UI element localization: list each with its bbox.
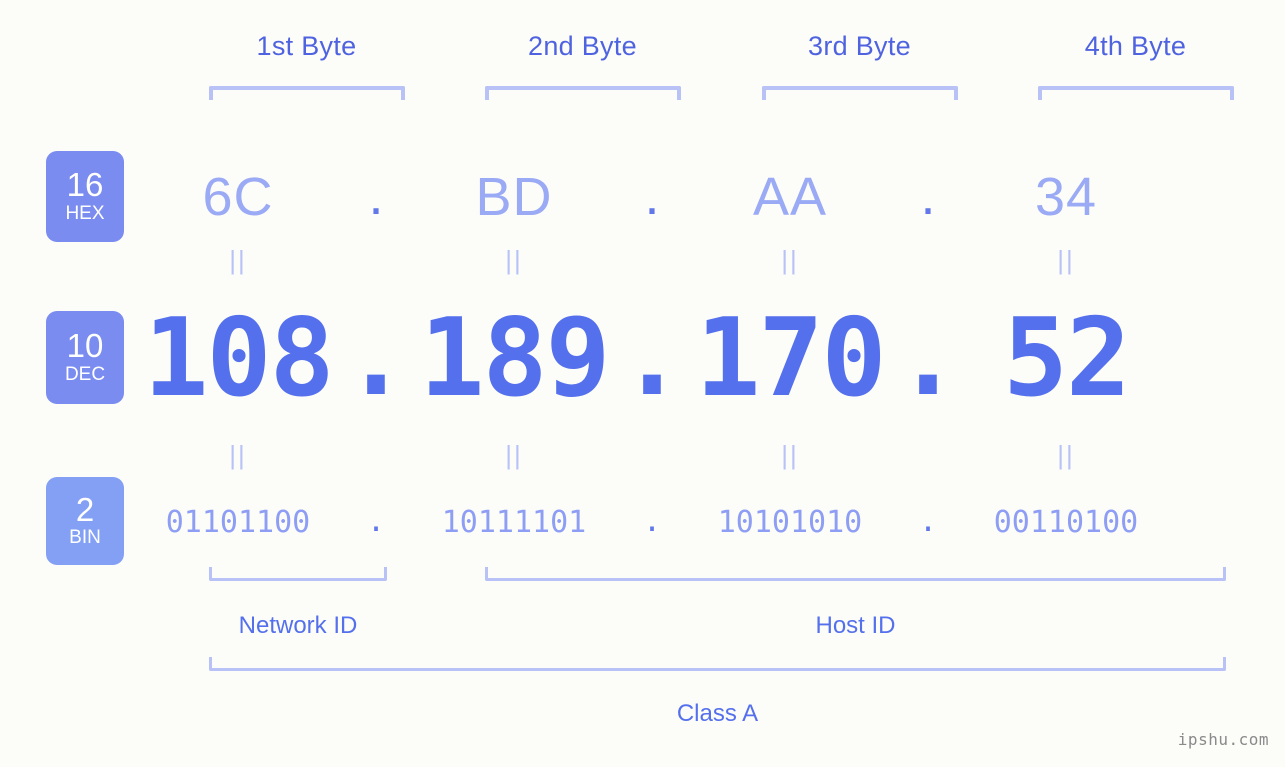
- byte-bracket-1: [209, 86, 405, 100]
- equals-marker-5: ||: [229, 440, 247, 470]
- base-badge-bin-abbr: BIN: [69, 527, 101, 549]
- base-badge-bin: 2 BIN: [46, 477, 124, 565]
- dec-dot-2: .: [619, 294, 685, 420]
- base-badge-dec-abbr: DEC: [64, 363, 106, 385]
- bin-byte-1: 01101100: [165, 504, 311, 540]
- class-bracket: [209, 657, 1226, 671]
- hex-byte-2: BD: [475, 167, 553, 227]
- equals-marker-8: ||: [1057, 440, 1075, 470]
- byte-header-1: 1st Byte: [256, 31, 357, 61]
- hex-dot-1: .: [368, 166, 384, 227]
- hex-byte-1: 6C: [202, 167, 274, 227]
- bin-dot-2: .: [642, 504, 662, 540]
- byte-bracket-3: [762, 86, 958, 100]
- base-badge-hex: 16 HEX: [46, 151, 124, 242]
- equals-row-hex-dec: || || || ||: [140, 247, 1250, 273]
- bin-dot-1: .: [366, 504, 386, 540]
- bin-byte-3: 10101010: [717, 504, 863, 540]
- base-badge-dec: 10 DEC: [46, 311, 124, 404]
- dec-byte-2: 189: [419, 295, 610, 421]
- ip-breakdown-diagram: 1st Byte 2nd Byte 3rd Byte 4th Byte 16 H…: [0, 0, 1285, 767]
- hex-dot-2: .: [644, 166, 660, 227]
- byte-bracket-2: [485, 86, 681, 100]
- dec-dot-1: .: [343, 294, 409, 420]
- byte-bracket-4: [1038, 86, 1234, 100]
- byte-header-3: 3rd Byte: [808, 31, 911, 61]
- network-id-bracket: [209, 567, 387, 581]
- dec-byte-3: 170: [695, 295, 886, 421]
- hex-byte-3: AA: [752, 167, 828, 227]
- byte-header-4: 4th Byte: [1084, 31, 1187, 61]
- base-badge-hex-abbr: HEX: [65, 202, 105, 224]
- site-watermark: ipshu.com: [1177, 730, 1269, 749]
- equals-marker-2: ||: [505, 245, 523, 275]
- dec-byte-1: 108: [143, 295, 334, 421]
- host-id-bracket: [485, 567, 1226, 581]
- bin-byte-2: 10111101: [441, 504, 587, 540]
- class-label: Class A: [676, 700, 759, 727]
- equals-marker-3: ||: [781, 245, 799, 275]
- equals-marker-7: ||: [781, 440, 799, 470]
- network-id-label: Network ID: [238, 612, 358, 639]
- bin-byte-4: 00110100: [993, 504, 1139, 540]
- base-badge-hex-number: 16: [66, 166, 104, 204]
- equals-row-dec-bin: || || || ||: [140, 442, 1250, 468]
- dec-byte-4: 52: [1002, 295, 1131, 421]
- dec-value-row: 108 . 189 . 170 . 52: [140, 292, 1250, 424]
- equals-marker-1: ||: [229, 245, 247, 275]
- equals-marker-4: ||: [1057, 245, 1075, 275]
- base-badge-dec-number: 10: [66, 327, 104, 365]
- base-badge-bin-number: 2: [75, 490, 95, 528]
- hex-value-row: 6C . BD . AA . 34: [140, 152, 1250, 242]
- hex-byte-4: 34: [1034, 167, 1098, 227]
- byte-header-2: 2nd Byte: [528, 31, 637, 61]
- host-id-label: Host ID: [815, 612, 896, 639]
- equals-marker-6: ||: [505, 440, 523, 470]
- bin-dot-3: .: [918, 504, 938, 540]
- bin-value-row: 01101100 . 10111101 . 10101010 . 0011010…: [140, 495, 1250, 549]
- dec-dot-3: .: [895, 294, 961, 420]
- hex-dot-3: .: [920, 166, 936, 227]
